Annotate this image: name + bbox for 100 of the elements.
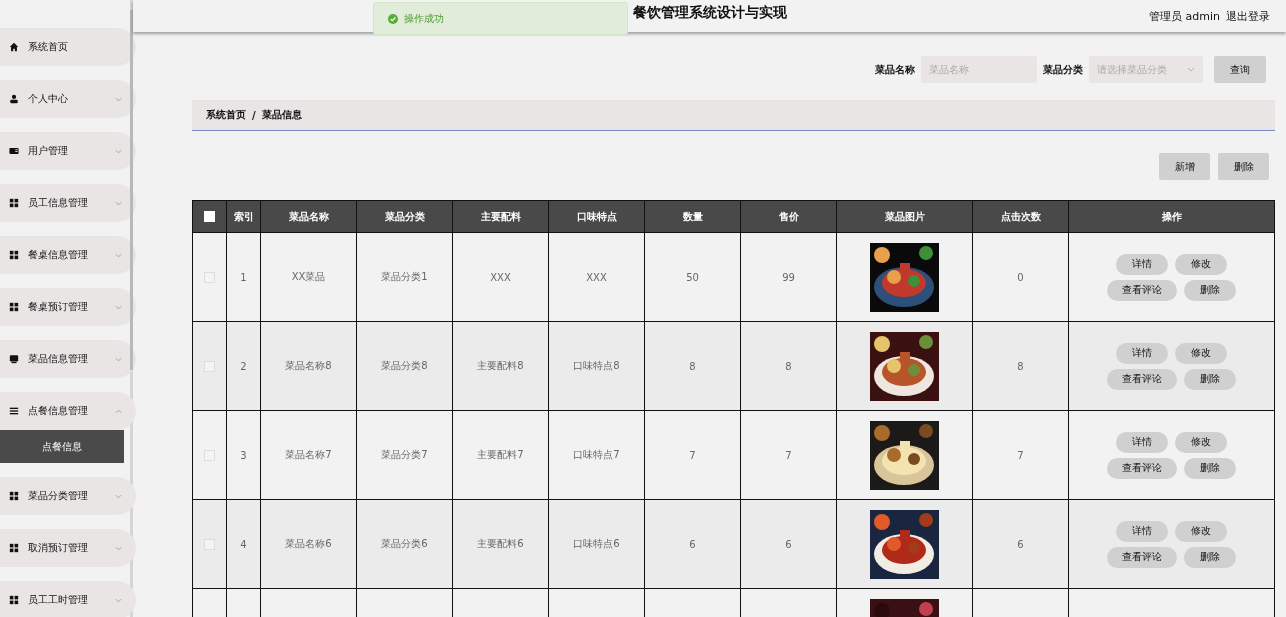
field-label: 菜品分类: [1043, 62, 1083, 77]
table-cell: 8: [1017, 360, 1024, 372]
table-cell: 菜品分类7: [381, 449, 428, 460]
row-action-button[interactable]: 查看评论: [1107, 279, 1177, 301]
sidebar-item[interactable]: 菜品分类管理: [0, 477, 136, 515]
table-cell: 口味特点8: [573, 360, 620, 371]
column-header: 数量: [644, 200, 741, 233]
chevron-icon: [115, 96, 122, 102]
table-cell: 菜品分类6: [381, 538, 428, 549]
column-header: 操作: [1068, 200, 1275, 233]
grid-icon: [9, 595, 19, 605]
row-action-button[interactable]: 详情: [1116, 431, 1168, 453]
row-action-button[interactable]: 修改: [1175, 342, 1227, 364]
row-action-button[interactable]: 查看评论: [1107, 457, 1177, 479]
breadcrumb-link[interactable]: 系统首页: [206, 108, 246, 122]
row-action-button[interactable]: 详情: [1116, 520, 1168, 542]
row-action-button[interactable]: 删除: [1184, 457, 1236, 479]
table-cell: 8: [785, 360, 792, 372]
breadcrumb-separator: /: [252, 109, 256, 121]
row-action-button[interactable]: 删除: [1184, 546, 1236, 568]
column-header: 口味特点: [548, 200, 645, 233]
scrollbar[interactable]: [130, 10, 133, 370]
chevron-icon: [1187, 67, 1195, 72]
table-cell: 2: [240, 360, 247, 372]
chevron-icon: [115, 304, 122, 310]
table-cell: 口味特点7: [573, 449, 620, 460]
chevron-icon: [115, 545, 122, 551]
grid-icon: [9, 198, 19, 208]
chevron-icon: [115, 252, 122, 258]
sidebar-item[interactable]: 员工工时管理: [0, 581, 136, 617]
grid-icon: [9, 302, 19, 312]
column-header: 菜品图片: [836, 200, 973, 233]
select-all-checkbox[interactable]: [204, 211, 215, 223]
sidebar-item[interactable]: 系统首页: [0, 28, 136, 66]
table-cell: 3: [240, 449, 247, 461]
table-cell: 6: [689, 538, 696, 550]
table-cell: 菜品名称7: [285, 449, 332, 460]
toast-text: 操作成功: [404, 11, 444, 26]
list-icon: [9, 406, 19, 416]
column-header: 售价: [740, 200, 837, 233]
row-action-button[interactable]: 删除: [1184, 279, 1236, 301]
grid-icon: [9, 250, 19, 260]
chevron-icon: [115, 493, 122, 499]
table-cell: 菜品名称6: [285, 538, 332, 549]
table-cell: 8: [689, 360, 696, 372]
submenu-item[interactable]: 点餐信息: [0, 430, 124, 463]
chevron-icon: [115, 408, 122, 414]
table-cell: 菜品分类8: [381, 360, 428, 371]
row-action-button[interactable]: 删除: [1184, 368, 1236, 390]
table-cell: XXX: [586, 271, 607, 283]
table-cell: 主要配料6: [477, 538, 524, 549]
app-title: 餐饮管理系统设计与实现: [633, 4, 787, 22]
table-cell: 7: [689, 449, 696, 461]
table-cell: 主要配料7: [477, 449, 524, 460]
chevron-icon: [115, 200, 122, 206]
row-action-button[interactable]: 详情: [1116, 342, 1168, 364]
row-action-button[interactable]: 详情: [1116, 253, 1168, 275]
grid-icon: [9, 543, 19, 553]
table-cell: 主要配料8: [477, 360, 524, 371]
row-action-button[interactable]: 修改: [1175, 431, 1227, 453]
sidebar-item[interactable]: 菜品信息管理: [0, 340, 136, 378]
table-cell: 菜品分类1: [381, 271, 428, 282]
sidebar-item[interactable]: 员工信息管理: [0, 184, 136, 222]
row-action-button[interactable]: 查看评论: [1107, 368, 1177, 390]
row-action-button[interactable]: 修改: [1175, 520, 1227, 542]
table-cell: 0: [1017, 271, 1024, 283]
chevron-icon: [115, 148, 122, 154]
column-header: 主要配料: [452, 200, 549, 233]
sidebar-item[interactable]: 用户管理: [0, 132, 136, 170]
sidebar-item[interactable]: 点餐信息管理: [0, 392, 136, 430]
breadcrumb-link[interactable]: 菜品信息: [261, 108, 302, 122]
column-header: 菜品分类: [356, 200, 453, 233]
sidebar-item[interactable]: 餐桌信息管理: [0, 236, 136, 274]
row-action-button[interactable]: 修改: [1175, 253, 1227, 275]
chevron-icon: [115, 597, 122, 603]
action-button[interactable]: 新增: [1159, 153, 1210, 180]
grid-icon: [9, 491, 19, 501]
column-header: 索引: [226, 200, 261, 233]
row-action-button[interactable]: 查看评论: [1107, 546, 1177, 568]
user-name: 管理员 admin: [1149, 8, 1220, 24]
sidebar-item[interactable]: 餐桌预订管理: [0, 288, 136, 326]
table-cell: 99: [782, 271, 795, 283]
sidebar-item[interactable]: 取消预订管理: [0, 529, 136, 567]
table-cell: 菜品名称8: [285, 360, 332, 371]
table-cell: 7: [1017, 449, 1024, 461]
home-icon: [9, 42, 19, 52]
table-cell: 4: [240, 538, 247, 550]
action-button[interactable]: 删除: [1218, 153, 1269, 180]
field-label: 菜品名称: [875, 62, 915, 77]
query-button[interactable]: 查询: [1214, 56, 1266, 83]
table-cell: XXX: [490, 271, 511, 283]
success-icon: [388, 13, 398, 24]
column-header: 菜品名称: [260, 200, 357, 233]
card-icon: [9, 146, 19, 156]
column-header: 点击次数: [972, 200, 1069, 233]
sidebar-item[interactable]: 个人中心: [0, 80, 136, 118]
table-cell: 6: [1017, 538, 1024, 550]
table-cell: 7: [785, 449, 792, 461]
monitor-icon: [9, 354, 19, 364]
logout-link[interactable]: 退出登录: [1226, 8, 1270, 24]
